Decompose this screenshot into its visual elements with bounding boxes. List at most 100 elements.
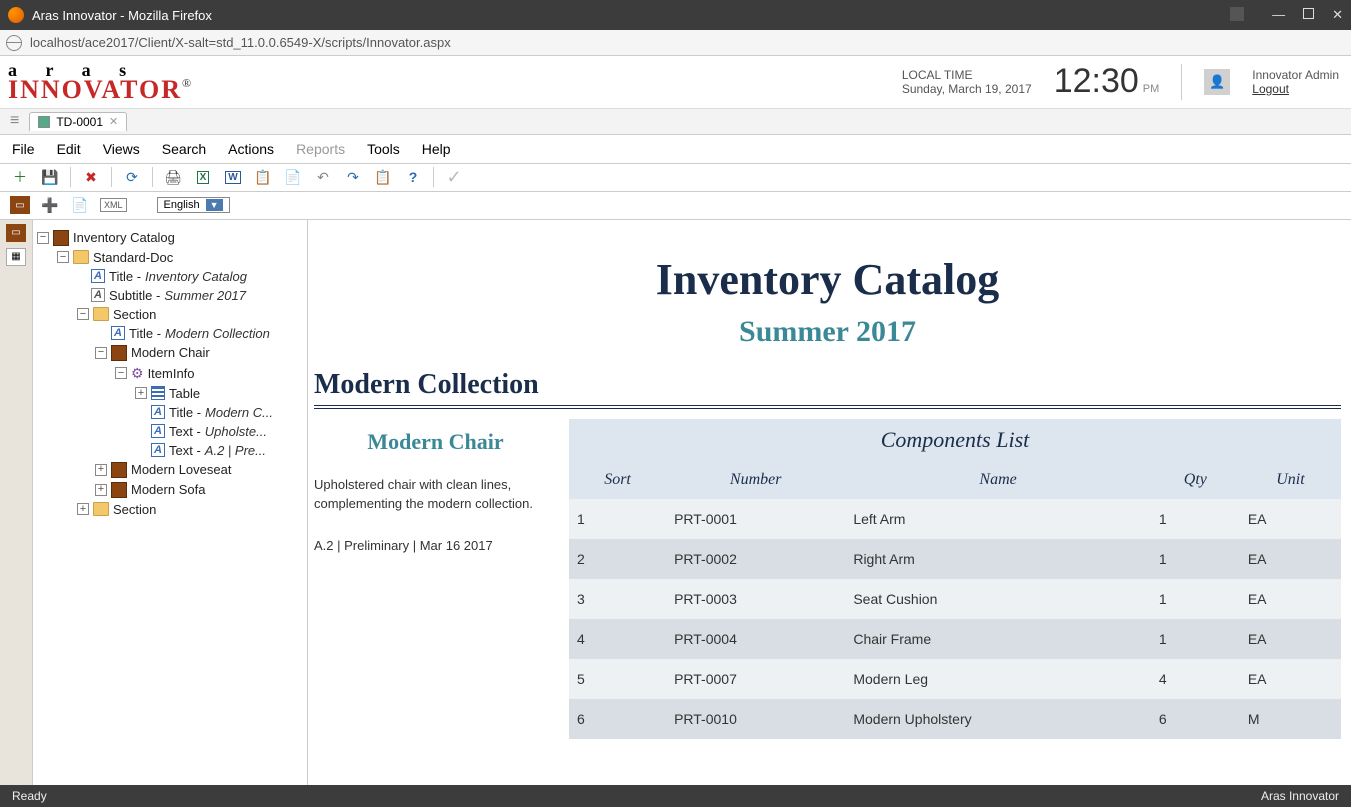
view-form-button[interactable]: ▭: [10, 196, 30, 214]
expand-icon[interactable]: +: [95, 464, 107, 476]
new-button[interactable]: ＋: [10, 167, 30, 187]
cell-number: PRT-0001: [666, 499, 845, 539]
expand-icon[interactable]: +: [77, 503, 89, 515]
cell-unit: EA: [1240, 619, 1341, 659]
expand-icon[interactable]: −: [77, 308, 89, 320]
export-word-button[interactable]: W: [223, 167, 243, 187]
tab-td-0001[interactable]: TD-0001 ✕: [29, 112, 127, 131]
status-left: Ready: [12, 789, 47, 803]
promote-button[interactable]: 📋: [253, 167, 273, 187]
close-button[interactable]: ✕: [1332, 7, 1343, 23]
text-icon: A: [91, 288, 105, 302]
language-select[interactable]: English ▼: [157, 197, 230, 213]
print-button[interactable]: 🖨: [163, 167, 183, 187]
cell-number: PRT-0010: [666, 699, 845, 739]
url-input[interactable]: [30, 35, 630, 50]
tree-modern-chair[interactable]: Modern Chair: [131, 345, 210, 360]
export-excel-button[interactable]: X: [193, 167, 213, 187]
close-tab-icon[interactable]: ✕: [109, 115, 118, 128]
document-preview: Inventory Catalog Summer 2017 Modern Col…: [308, 220, 1351, 785]
menu-help[interactable]: Help: [422, 141, 451, 157]
save-button[interactable]: 💾: [40, 167, 60, 187]
logout-link[interactable]: Logout: [1252, 82, 1289, 96]
expand-icon[interactable]: −: [115, 367, 127, 379]
redo-button[interactable]: ↷: [343, 167, 363, 187]
tree-root[interactable]: Inventory Catalog: [73, 230, 175, 245]
expand-icon[interactable]: +: [95, 484, 107, 496]
cell-unit: M: [1240, 699, 1341, 739]
tree-s1title-label[interactable]: Title -: [129, 326, 161, 341]
minimize-button[interactable]: —: [1272, 7, 1285, 23]
user-name: Innovator Admin: [1252, 68, 1339, 82]
expand-icon[interactable]: −: [95, 347, 107, 359]
section-heading: Modern Collection: [314, 369, 1341, 409]
help-button[interactable]: ?: [403, 167, 423, 187]
menu-actions[interactable]: Actions: [228, 141, 274, 157]
col-sort: Sort: [569, 461, 666, 499]
lock-button[interactable]: 📋: [373, 167, 393, 187]
done-button[interactable]: ✓: [444, 167, 464, 187]
tree-standard-doc[interactable]: Standard-Doc: [93, 250, 173, 265]
table-row: 1PRT-0001Left Arm1EA: [569, 499, 1341, 539]
tab-label: TD-0001: [56, 115, 103, 129]
tree-section2[interactable]: Section: [113, 502, 156, 517]
col-name: Name: [845, 461, 1151, 499]
menu-reports[interactable]: Reports: [296, 141, 345, 157]
refresh-button[interactable]: ⟳: [122, 167, 142, 187]
firefox-icon: [8, 7, 24, 23]
status-bar: Ready Aras Innovator: [0, 785, 1351, 807]
delete-button[interactable]: ✖: [81, 167, 101, 187]
gutter-view-button[interactable]: ▭: [6, 224, 26, 242]
cell-qty: 6: [1151, 699, 1240, 739]
text-icon: A: [91, 269, 105, 283]
cell-name: Chair Frame: [845, 619, 1151, 659]
tree-section[interactable]: Section: [113, 307, 156, 322]
page-button[interactable]: 📄: [70, 195, 90, 215]
toolbar-main: ＋ 💾 ✖ ⟳ 🖨 X W 📋 📄 ↶ ↷ 📋 ? ✓: [0, 164, 1351, 192]
table-row: 6PRT-0010Modern Upholstery6M: [569, 699, 1341, 739]
tree-modern-loveseat[interactable]: Modern Loveseat: [131, 462, 231, 477]
cell-unit: EA: [1240, 539, 1341, 579]
text-icon: A: [151, 424, 165, 438]
cell-unit: EA: [1240, 499, 1341, 539]
aras-logo: a r a s INNOVATOR®: [8, 62, 191, 102]
item-description: Upholstered chair with clean lines, comp…: [314, 475, 557, 514]
undo-button[interactable]: ↶: [313, 167, 333, 187]
expand-icon[interactable]: −: [57, 251, 69, 263]
cell-qty: 1: [1151, 579, 1240, 619]
expand-icon[interactable]: +: [135, 387, 147, 399]
item-icon: [111, 345, 127, 361]
cell-number: PRT-0002: [666, 539, 845, 579]
menu-tools[interactable]: Tools: [367, 141, 400, 157]
local-time-label: LOCAL TIME: [902, 68, 1032, 82]
expand-icon[interactable]: −: [37, 232, 49, 244]
cell-number: PRT-0007: [666, 659, 845, 699]
menu-file[interactable]: File: [12, 141, 35, 157]
menu-views[interactable]: Views: [103, 141, 140, 157]
cell-number: PRT-0003: [666, 579, 845, 619]
menu-search[interactable]: Search: [162, 141, 206, 157]
item-meta: A.2 | Preliminary | Mar 16 2017: [314, 538, 557, 553]
maximize-button[interactable]: [1303, 7, 1314, 23]
cell-name: Modern Upholstery: [845, 699, 1151, 739]
cell-name: Modern Leg: [845, 659, 1151, 699]
menu-edit[interactable]: Edit: [57, 141, 81, 157]
gutter-tree-button[interactable]: ▦: [6, 248, 26, 266]
xml-button[interactable]: XML: [100, 198, 127, 212]
tree-iteminfo[interactable]: ItemInfo: [148, 366, 195, 381]
add-item-button[interactable]: ➕: [40, 195, 60, 215]
tree-table[interactable]: Table: [169, 386, 200, 401]
cell-sort: 4: [569, 619, 666, 659]
tree-subtitle-label[interactable]: Subtitle -: [109, 288, 160, 303]
table-icon: [151, 386, 165, 400]
copy-button[interactable]: 📄: [283, 167, 303, 187]
left-gutter: ▭ ▦: [0, 220, 33, 785]
dropdown-icon: ▼: [206, 199, 223, 211]
clock-ampm: PM: [1143, 83, 1160, 95]
doc-subtitle: Summer 2017: [314, 315, 1341, 349]
tree-title-label[interactable]: Title -: [109, 269, 141, 284]
tabs-menu-button[interactable]: ≡: [6, 112, 23, 130]
menu-bar: File Edit Views Search Actions Reports T…: [0, 135, 1351, 164]
cell-qty: 1: [1151, 499, 1240, 539]
tree-modern-sofa[interactable]: Modern Sofa: [131, 482, 205, 497]
